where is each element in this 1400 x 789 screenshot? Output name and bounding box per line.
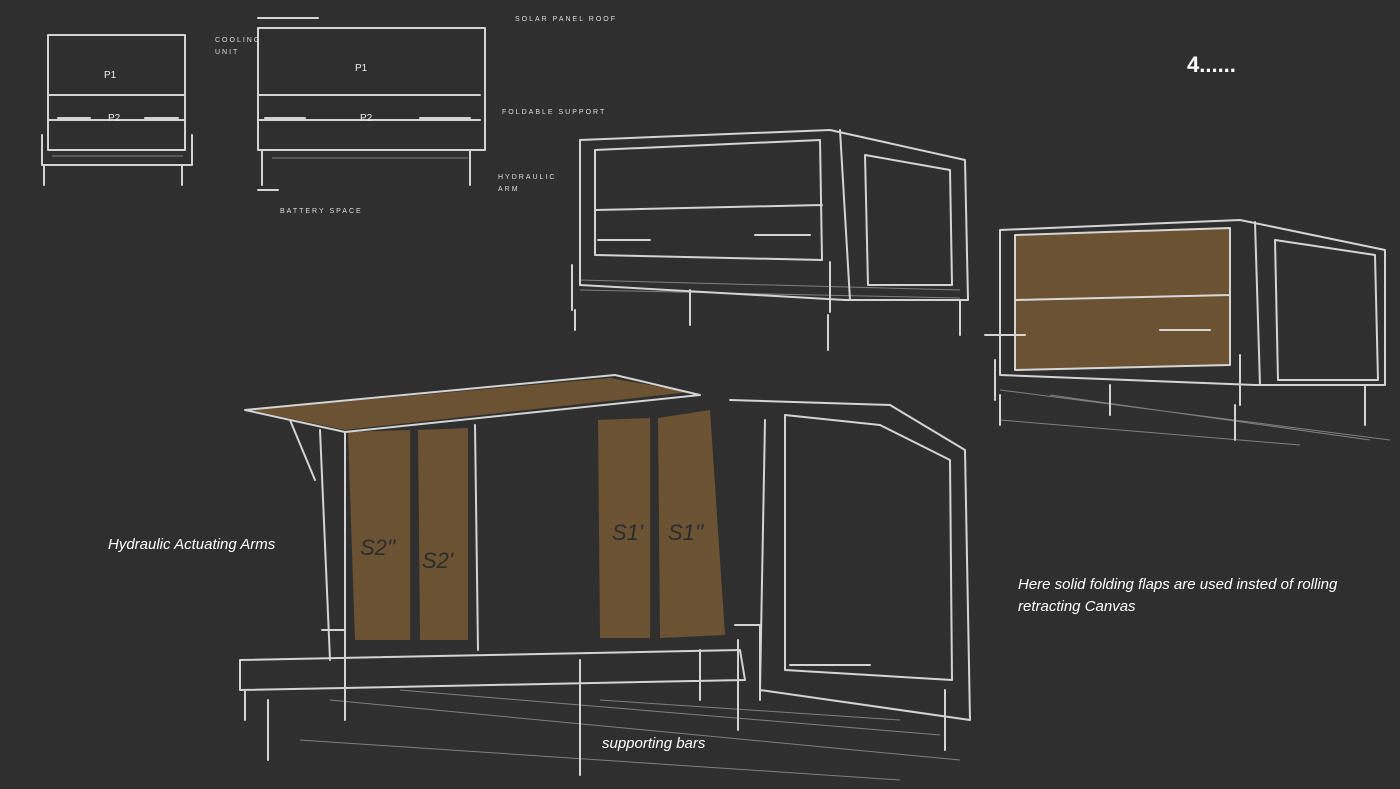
- annotation-supporting-bars: supporting bars: [602, 735, 706, 752]
- side-elevation-sketch: [41, 34, 193, 186]
- flap-perspective-sketch: [984, 219, 1391, 446]
- label-foldable-support: Foldable support: [502, 109, 607, 116]
- label-p1-right: P1: [355, 63, 368, 74]
- label-solar-panel-roof: Solar panel roof: [515, 16, 618, 23]
- open-perspective-sketch: [239, 374, 971, 781]
- label-battery-space: Battery space: [280, 208, 363, 215]
- panel-label-s2-double: S2'': [360, 535, 396, 560]
- annotation-folding-flaps: Here solid folding flaps are used insted…: [1018, 576, 1338, 615]
- panel-label-s2: S2': [422, 548, 454, 573]
- panel-label-s1-double: S1'': [668, 520, 704, 545]
- annotation-hydraulic-arms: Hydraulic Actuating Arms: [108, 536, 276, 553]
- label-hydraulic-arm: Hydraulic arm: [498, 174, 557, 193]
- closed-perspective-sketch: [571, 129, 969, 351]
- sketch-drawing: [41, 17, 1391, 781]
- label-p2-left: P2: [108, 113, 121, 124]
- label-p1-left: P1: [104, 70, 117, 81]
- label-p2-right: P2: [360, 113, 373, 124]
- panel-label-s1: S1': [612, 520, 644, 545]
- sheet-number: 4......: [1187, 52, 1236, 77]
- front-elevation-sketch: [257, 17, 486, 191]
- label-cooling-unit: Cooling unit: [215, 37, 262, 56]
